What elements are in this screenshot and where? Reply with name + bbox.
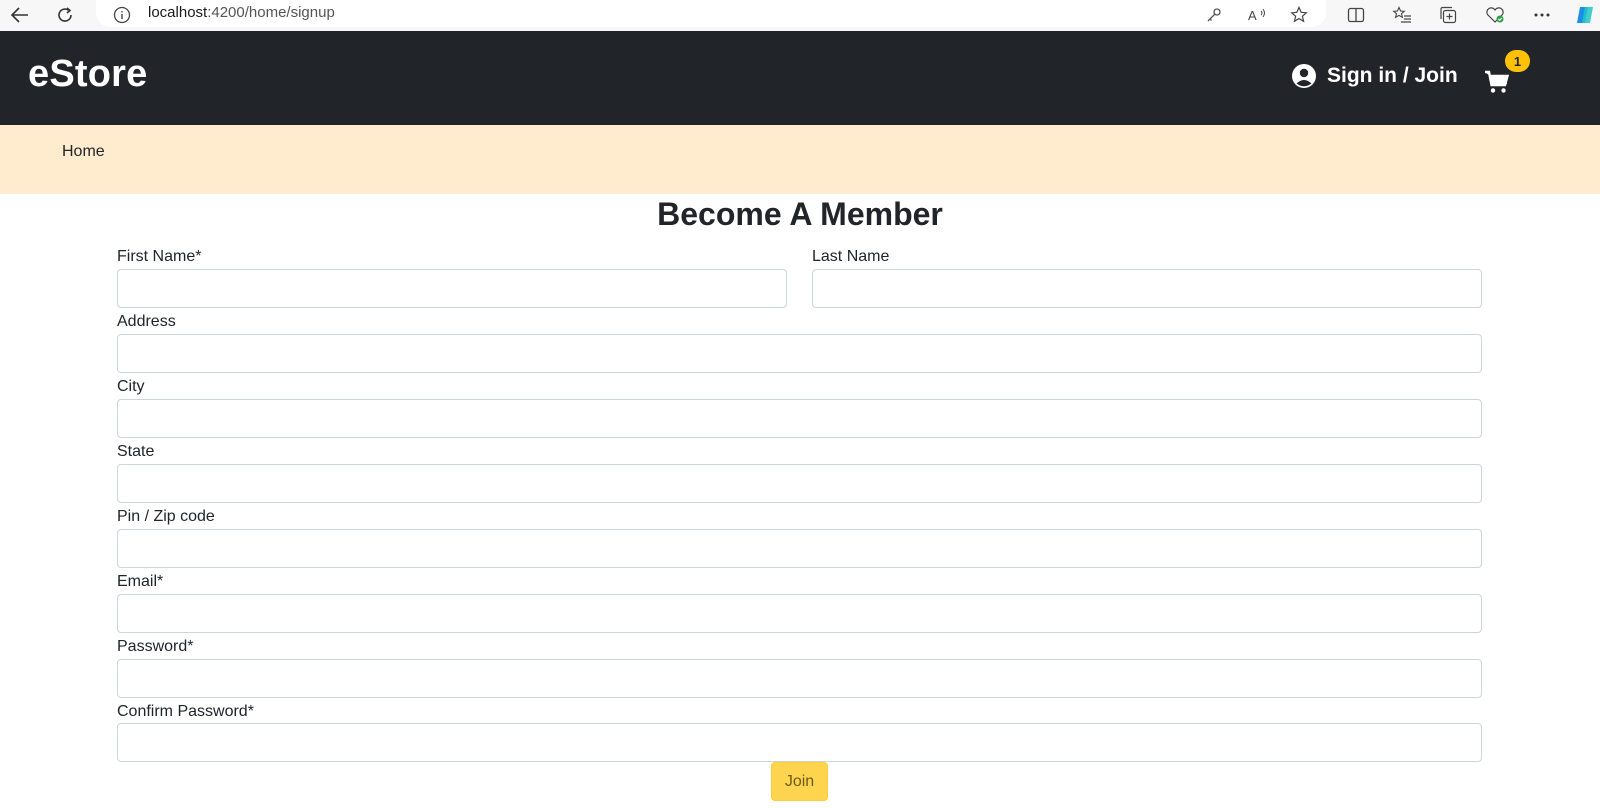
reload-icon[interactable] [54,4,76,26]
user-circle-icon [1292,64,1316,88]
url-text[interactable]: localhost:4200/home/signup [148,4,335,21]
split-screen-icon[interactable] [1345,4,1367,26]
navbar: eStore Sign in / Join 1 [0,31,1600,125]
browser-essentials-icon[interactable] [1484,4,1506,26]
brand-logo[interactable]: eStore [28,53,147,96]
signin-link[interactable]: Sign in / Join [1291,63,1458,89]
site-info-icon[interactable] [111,4,133,26]
breadcrumb: Home [0,125,1600,194]
confirm-password-label: Confirm Password* [117,703,254,720]
favorite-star-icon[interactable] [1288,4,1310,26]
first-name-input[interactable] [117,269,787,308]
copilot-icon[interactable] [1574,4,1596,26]
favorites-list-icon[interactable] [1391,4,1413,26]
city-label: City [117,378,145,395]
more-options-icon[interactable] [1531,4,1553,26]
last-name-input[interactable] [812,269,1482,308]
shopping-cart-icon[interactable] [1484,69,1510,95]
email-label: Email* [117,573,164,590]
email-input[interactable] [117,594,1482,633]
breadcrumb-home-link[interactable]: Home [62,143,105,161]
pin-zip-label: Pin / Zip code [117,508,215,525]
first-name-label: First Name* [117,248,202,265]
state-label: State [117,443,155,460]
join-button[interactable]: Join [771,762,828,801]
password-input[interactable] [117,659,1482,698]
confirm-password-input[interactable] [117,723,1482,762]
url-path: :4200/home/signup [207,4,335,21]
read-aloud-icon[interactable]: A [1246,4,1268,26]
signin-label: Sign in / Join [1327,64,1458,87]
page-title: Become A Member [657,196,943,232]
back-arrow-icon[interactable] [9,4,31,26]
address-label: Address [117,313,176,330]
password-label: Password* [117,638,194,655]
browser-toolbar: localhost:4200/home/signup A [0,0,1600,31]
pin-zip-input[interactable] [117,529,1482,568]
state-input[interactable] [117,464,1482,503]
address-input[interactable] [117,334,1482,373]
key-icon[interactable] [1203,4,1225,26]
cart-count-badge: 1 [1505,50,1530,72]
last-name-label: Last Name [812,248,890,265]
url-host: localhost [148,4,208,21]
city-input[interactable] [117,399,1482,438]
collections-icon[interactable] [1437,4,1459,26]
svg-text:A: A [1248,8,1257,23]
